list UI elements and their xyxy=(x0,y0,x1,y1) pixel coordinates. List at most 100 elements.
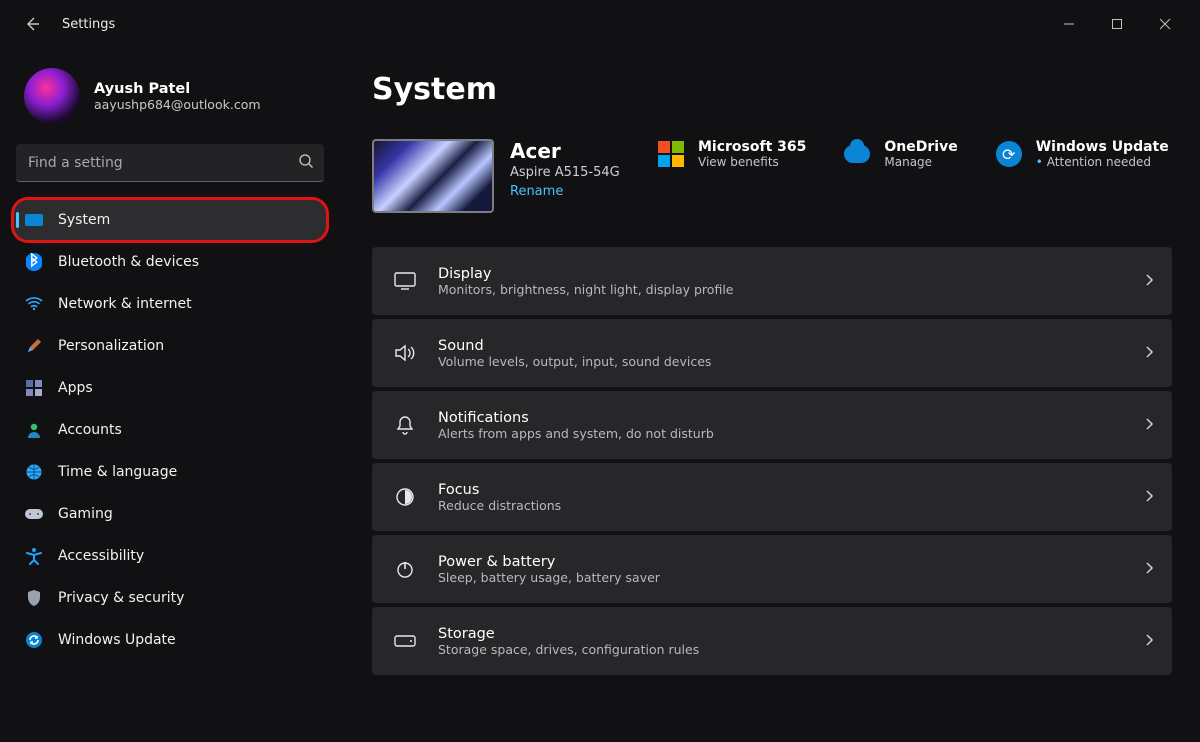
speaker-icon xyxy=(394,343,416,363)
apps-icon xyxy=(24,378,44,398)
chevron-right-icon xyxy=(1144,560,1154,579)
clock-globe-icon xyxy=(24,462,44,482)
shield-icon xyxy=(24,588,44,608)
card-title: Display xyxy=(438,266,1122,282)
sidebar-item-personalization[interactable]: Personalization xyxy=(14,326,326,366)
device-name: Acer xyxy=(510,139,620,163)
card-sub: Volume levels, output, input, sound devi… xyxy=(438,354,1122,369)
sidebar-item-label: System xyxy=(58,212,110,228)
bell-icon xyxy=(394,415,416,435)
display-icon xyxy=(394,272,416,290)
sidebar-item-time-language[interactable]: Time & language xyxy=(14,452,326,492)
accessibility-icon xyxy=(24,546,44,566)
sidebar-item-label: Apps xyxy=(58,380,93,396)
cloud-icon xyxy=(842,139,872,169)
sidebar-item-accessibility[interactable]: Accessibility xyxy=(14,536,326,576)
strip-windows-update[interactable]: ⟳ Windows Update Attention needed xyxy=(994,139,1169,169)
strip-title: Windows Update xyxy=(1036,139,1169,155)
sidebar-nav: System Bluetooth & devices Network & int… xyxy=(14,200,326,660)
arrow-left-icon xyxy=(24,16,40,32)
avatar xyxy=(24,68,80,124)
sidebar-item-apps[interactable]: Apps xyxy=(14,368,326,408)
card-sub: Monitors, brightness, night light, displ… xyxy=(438,282,1122,297)
card-title: Power & battery xyxy=(438,554,1122,570)
profile-name: Ayush Patel xyxy=(94,81,261,97)
device-thumbnail[interactable] xyxy=(372,139,494,213)
minimize-button[interactable] xyxy=(1046,8,1092,40)
card-title: Notifications xyxy=(438,410,1122,426)
chevron-right-icon xyxy=(1144,272,1154,291)
storage-icon xyxy=(394,635,416,647)
sidebar-item-label: Gaming xyxy=(58,506,113,522)
sidebar-item-bluetooth[interactable]: Bluetooth & devices xyxy=(14,242,326,282)
strip-sub: Attention needed xyxy=(1036,155,1169,169)
card-sub: Storage space, drives, configuration rul… xyxy=(438,642,1122,657)
settings-window: Settings Ayush Patel aayushp684@outlook.… xyxy=(0,0,1200,742)
person-icon xyxy=(24,420,44,440)
system-icon xyxy=(24,210,44,230)
sidebar-item-label: Accessibility xyxy=(58,548,144,564)
profile-email: aayushp684@outlook.com xyxy=(94,97,261,112)
card-display[interactable]: Display Monitors, brightness, night ligh… xyxy=(372,247,1172,315)
sync-icon: ⟳ xyxy=(994,139,1024,169)
sidebar-item-network[interactable]: Network & internet xyxy=(14,284,326,324)
wifi-icon xyxy=(24,294,44,314)
card-storage[interactable]: Storage Storage space, drives, configura… xyxy=(372,607,1172,675)
sidebar-item-privacy[interactable]: Privacy & security xyxy=(14,578,326,618)
card-power[interactable]: Power & battery Sleep, battery usage, ba… xyxy=(372,535,1172,603)
paintbrush-icon xyxy=(24,336,44,356)
sidebar-item-label: Accounts xyxy=(58,422,122,438)
microsoft-logo-icon xyxy=(656,139,686,169)
card-sound[interactable]: Sound Volume levels, output, input, soun… xyxy=(372,319,1172,387)
sidebar-item-gaming[interactable]: Gaming xyxy=(14,494,326,534)
back-button[interactable] xyxy=(20,12,44,36)
strip-onedrive[interactable]: OneDrive Manage xyxy=(842,139,957,169)
card-title: Focus xyxy=(438,482,1122,498)
sidebar: Ayush Patel aayushp684@outlook.com Syste… xyxy=(0,48,340,742)
minimize-icon xyxy=(1063,18,1075,30)
close-button[interactable] xyxy=(1142,8,1188,40)
card-sub: Sleep, battery usage, battery saver xyxy=(438,570,1122,585)
device-info-strip: Acer Aspire A515-54G Rename Microsoft 36… xyxy=(372,139,1172,213)
chevron-right-icon xyxy=(1144,632,1154,651)
sidebar-item-label: Privacy & security xyxy=(58,590,184,606)
strip-sub: View benefits xyxy=(698,155,806,169)
page-title: System xyxy=(372,72,1172,107)
card-title: Sound xyxy=(438,338,1122,354)
sidebar-item-label: Personalization xyxy=(58,338,164,354)
update-icon xyxy=(24,630,44,650)
gamepad-icon xyxy=(24,504,44,524)
sidebar-item-label: Network & internet xyxy=(58,296,192,312)
card-sub: Reduce distractions xyxy=(438,498,1122,513)
card-sub: Alerts from apps and system, do not dist… xyxy=(438,426,1122,441)
sidebar-item-label: Bluetooth & devices xyxy=(58,254,199,270)
strip-title: OneDrive xyxy=(884,139,957,155)
rename-link[interactable]: Rename xyxy=(510,184,620,199)
chevron-right-icon xyxy=(1144,416,1154,435)
chevron-right-icon xyxy=(1144,344,1154,363)
search-input[interactable] xyxy=(16,144,324,182)
card-focus[interactable]: Focus Reduce distractions xyxy=(372,463,1172,531)
close-icon xyxy=(1159,18,1171,30)
strip-title: Microsoft 365 xyxy=(698,139,806,155)
maximize-button[interactable] xyxy=(1094,8,1140,40)
sidebar-item-windows-update[interactable]: Windows Update xyxy=(14,620,326,660)
bluetooth-icon xyxy=(24,252,44,272)
device-model: Aspire A515-54G xyxy=(510,165,620,180)
power-icon xyxy=(394,559,416,579)
strip-microsoft365[interactable]: Microsoft 365 View benefits xyxy=(656,139,806,169)
sidebar-item-system[interactable]: System xyxy=(14,200,326,240)
profile-block[interactable]: Ayush Patel aayushp684@outlook.com xyxy=(14,54,326,142)
main-content: System Acer Aspire A515-54G Rename Micro… xyxy=(340,48,1200,742)
sidebar-item-accounts[interactable]: Accounts xyxy=(14,410,326,450)
strip-sub: Manage xyxy=(884,155,957,169)
sidebar-item-label: Windows Update xyxy=(58,632,176,648)
search-icon xyxy=(298,153,314,173)
card-notifications[interactable]: Notifications Alerts from apps and syste… xyxy=(372,391,1172,459)
titlebar: Settings xyxy=(0,0,1200,48)
chevron-right-icon xyxy=(1144,488,1154,507)
maximize-icon xyxy=(1111,18,1123,30)
window-title: Settings xyxy=(62,17,115,32)
focus-icon xyxy=(394,487,416,507)
card-title: Storage xyxy=(438,626,1122,642)
